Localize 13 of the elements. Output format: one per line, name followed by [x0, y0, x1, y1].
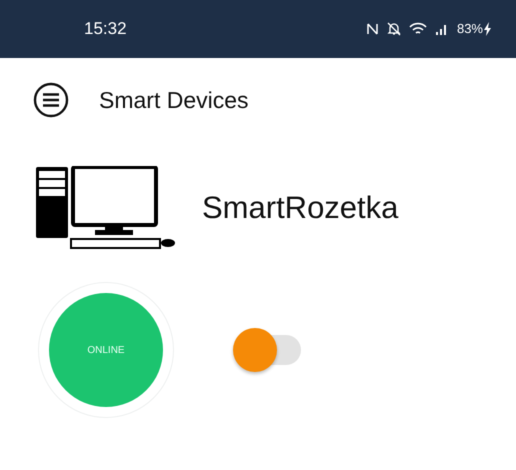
muted-bell-icon: [386, 22, 401, 36]
device-name: SmartRozetka: [202, 188, 398, 227]
desktop-computer-icon: [35, 166, 176, 250]
nfc-icon: [366, 22, 379, 36]
wifi-icon: [408, 22, 427, 36]
power-toggle-switch[interactable]: [233, 327, 303, 373]
charging-bolt-icon: [483, 22, 492, 36]
screen-title: Smart Devices: [99, 86, 249, 115]
battery-percent: 83%: [456, 20, 483, 38]
signal-icon: [434, 22, 449, 36]
menu-icon[interactable]: [33, 82, 69, 118]
status-time: 15:32: [84, 18, 127, 40]
status-indicator: ONLINE: [49, 293, 163, 407]
